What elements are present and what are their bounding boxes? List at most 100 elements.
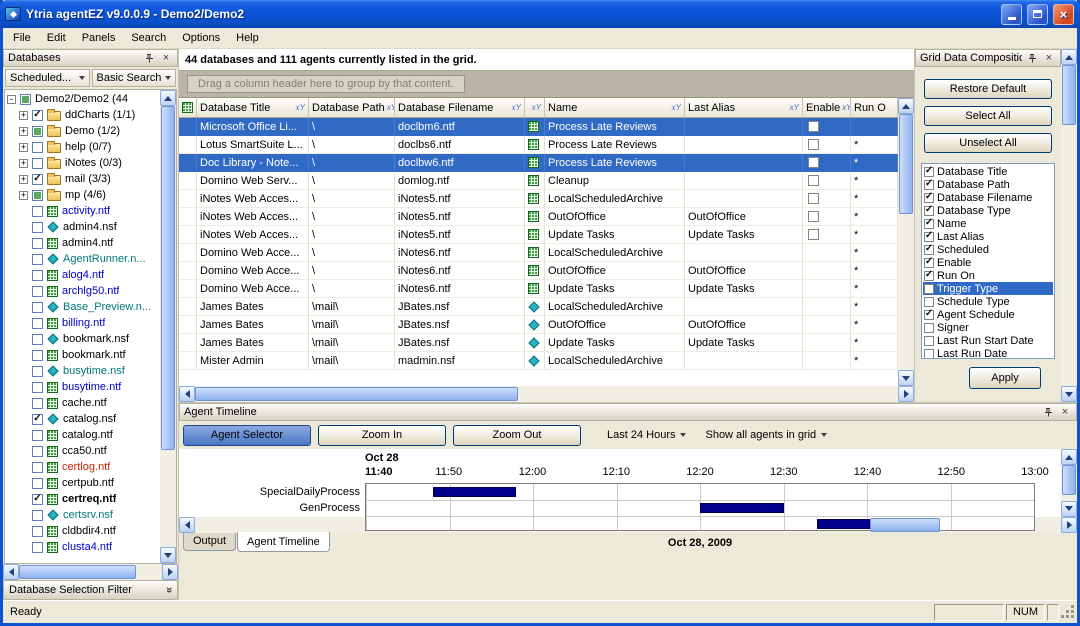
grid-row[interactable]: Microsoft Office Li...\doclbm6.ntfProces…	[179, 118, 898, 136]
tree-checkbox[interactable]	[32, 526, 43, 537]
grid-row[interactable]: iNotes Web Acces...\iNotes5.ntfOutOfOffi…	[179, 208, 898, 226]
grid-col-header[interactable]: Last AliasxY	[685, 98, 803, 117]
tree-checkbox[interactable]	[32, 254, 43, 265]
field-checkbox[interactable]	[924, 219, 934, 229]
enable-checkbox[interactable]	[808, 175, 819, 186]
tree-item[interactable]: certreq.ntf	[7, 491, 160, 507]
field-checkbox[interactable]	[924, 193, 934, 203]
scrollbar-thumb[interactable]	[19, 565, 136, 579]
close-icon[interactable]: ×	[1058, 406, 1072, 419]
tree-checkbox[interactable]	[32, 126, 43, 137]
dock-vertical-scrollbar[interactable]	[1061, 49, 1077, 402]
enable-checkbox[interactable]	[808, 229, 819, 240]
tree-expander-icon[interactable]: +	[19, 175, 28, 184]
tree-expander-icon[interactable]: -	[7, 95, 16, 104]
scrollbar-thumb[interactable]	[870, 518, 939, 532]
grid-col-header[interactable]: NamexY	[545, 98, 685, 117]
field-item[interactable]: Agent Schedule	[923, 308, 1053, 321]
tree-checkbox[interactable]	[32, 206, 43, 217]
scroll-right-button[interactable]	[162, 564, 178, 580]
grid-col-header[interactable]: Database FilenamexY	[395, 98, 525, 117]
field-item[interactable]: Last Run Date	[923, 347, 1053, 359]
menu-item-options[interactable]: Options	[174, 30, 228, 46]
field-checkbox[interactable]	[924, 284, 934, 294]
tree-checkbox[interactable]	[32, 494, 43, 505]
tree-checkbox[interactable]	[32, 366, 43, 377]
tree-item[interactable]: +help (0/7)	[7, 139, 160, 155]
field-checkbox[interactable]	[924, 323, 934, 333]
maximize-button[interactable]	[1027, 4, 1048, 25]
field-checkbox[interactable]	[924, 297, 934, 307]
field-item[interactable]: Database Type	[923, 204, 1053, 217]
database-selection-filter-bar[interactable]: Database Selection Filter »	[3, 580, 178, 600]
field-checkbox[interactable]	[924, 258, 934, 268]
sort-filter-icon[interactable]: xY	[672, 103, 681, 112]
grid-row[interactable]: James Bates\mail\JBates.nsfLocalSchedule…	[179, 298, 898, 316]
search-mode-dropdown[interactable]: Basic Search	[92, 69, 177, 87]
field-checkbox[interactable]	[924, 349, 934, 359]
scrollbar-thumb[interactable]	[161, 106, 175, 450]
grid-row[interactable]: James Bates\mail\JBates.nsfUpdate TasksU…	[179, 334, 898, 352]
scrollbar-thumb[interactable]	[1062, 65, 1076, 125]
agent-selector-button[interactable]: Agent Selector	[183, 425, 311, 446]
tree-item[interactable]: cca50.ntf	[7, 443, 160, 459]
field-item[interactable]: Database Filename	[923, 191, 1053, 204]
tree-item[interactable]: catalog.ntf	[7, 427, 160, 443]
scroll-up-button[interactable]	[1061, 49, 1077, 65]
menu-item-edit[interactable]: Edit	[39, 30, 74, 46]
grid-row[interactable]: Domino Web Acce...\iNotes6.ntfLocalSched…	[179, 244, 898, 262]
tree-item[interactable]: +Demo (1/2)	[7, 123, 160, 139]
menu-item-panels[interactable]: Panels	[74, 30, 124, 46]
field-item[interactable]: Signer	[923, 321, 1053, 334]
grid-row[interactable]: iNotes Web Acces...\iNotes5.ntfUpdate Ta…	[179, 226, 898, 244]
scroll-down-button[interactable]	[1061, 501, 1077, 517]
grid-row[interactable]: Domino Web Serv...\domlog.ntfCleanup*	[179, 172, 898, 190]
tree-checkbox[interactable]	[32, 462, 43, 473]
tree-item[interactable]: certsrv.nsf	[7, 507, 160, 523]
scroll-up-button[interactable]	[1061, 449, 1077, 465]
tree-item[interactable]: catalog.nsf	[7, 411, 160, 427]
tree-expander-icon[interactable]: +	[19, 127, 28, 136]
field-item[interactable]: Run On	[923, 269, 1053, 282]
agents-scope-dropdown[interactable]: Show all agents in grid	[699, 425, 833, 445]
grid-horizontal-scrollbar[interactable]	[179, 386, 914, 402]
field-checkbox[interactable]	[924, 167, 934, 177]
menu-item-search[interactable]: Search	[123, 30, 174, 46]
field-checkbox[interactable]	[924, 245, 934, 255]
grid-row[interactable]: Lotus SmartSuite L...\doclbs6.ntfProcess…	[179, 136, 898, 154]
scrollbar-thumb[interactable]	[195, 387, 518, 401]
tree-checkbox[interactable]	[32, 222, 43, 233]
tree-item[interactable]: activity.ntf	[7, 203, 160, 219]
zo­om-out-button[interactable]: Zoom Out	[453, 425, 581, 446]
tree-horizontal-scrollbar[interactable]	[3, 564, 178, 580]
enable-checkbox[interactable]	[808, 121, 819, 132]
close-button[interactable]: ×	[1053, 4, 1074, 25]
tree-item[interactable]: Base_Preview.n...	[7, 299, 160, 315]
scroll-left-button[interactable]	[3, 564, 19, 580]
tree-checkbox[interactable]	[32, 158, 43, 169]
close-icon[interactable]: ×	[1042, 52, 1056, 65]
tree-item[interactable]: archlg50.ntf	[7, 283, 160, 299]
tree-checkbox[interactable]	[32, 446, 43, 457]
pin-icon[interactable]	[142, 52, 156, 65]
field-item[interactable]: Database Path	[923, 178, 1053, 191]
tree-checkbox[interactable]	[32, 302, 43, 313]
tree-item[interactable]: busytime.nsf	[7, 363, 160, 379]
tree-expander-icon[interactable]: +	[19, 191, 28, 200]
scroll-down-button[interactable]	[1061, 386, 1077, 402]
field-item[interactable]: Trigger Type	[923, 282, 1053, 295]
field-item[interactable]: Scheduled	[923, 243, 1053, 256]
tree-vertical-scrollbar[interactable]	[160, 90, 176, 563]
grid-col-header[interactable]: Run O	[851, 98, 898, 117]
tree-checkbox[interactable]	[32, 142, 43, 153]
enable-checkbox[interactable]	[808, 211, 819, 222]
tree-checkbox[interactable]	[32, 270, 43, 281]
tree-checkbox[interactable]	[32, 286, 43, 297]
select-all-button[interactable]: Select All	[924, 106, 1052, 126]
scroll-right-button[interactable]	[898, 386, 914, 402]
tree-item[interactable]: +iNotes (0/3)	[7, 155, 160, 171]
pin-icon[interactable]	[1025, 52, 1039, 65]
field-item[interactable]: Last Run Start Date	[923, 334, 1053, 347]
tree-checkbox[interactable]	[32, 510, 43, 521]
tree-checkbox[interactable]	[32, 174, 43, 185]
